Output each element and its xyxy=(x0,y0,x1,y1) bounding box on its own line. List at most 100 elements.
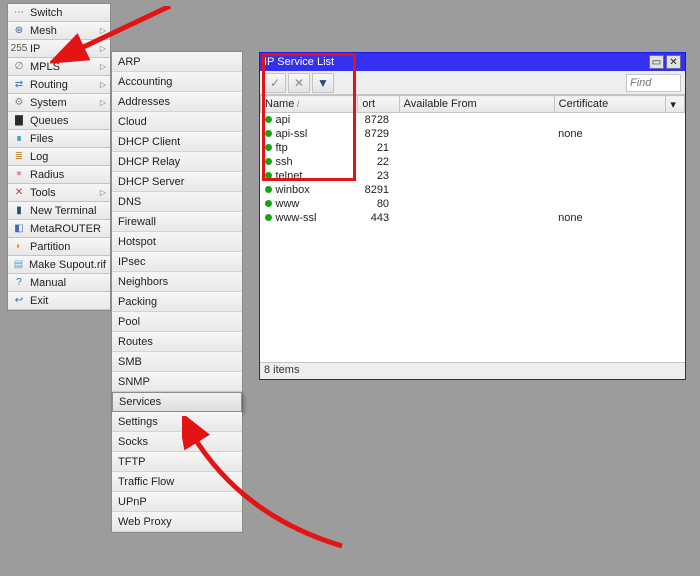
sidebar-item-tools[interactable]: ✕Tools▷ xyxy=(8,184,110,202)
cell-port: 8728 xyxy=(358,113,399,127)
status-dot-icon xyxy=(265,214,272,221)
sidebar-icon: ⚙ xyxy=(12,96,26,110)
sidebar-icon: ⋯ xyxy=(12,6,26,20)
submenu-item-tftp[interactable]: TFTP xyxy=(112,452,242,472)
submenu-item-dhcp-relay[interactable]: DHCP Relay xyxy=(112,152,242,172)
sidebar-item-switch[interactable]: ⋯Switch xyxy=(8,4,110,22)
sidebar-item-files[interactable]: ∎ Files xyxy=(8,130,110,148)
service-row[interactable]: api-ssl8729none xyxy=(261,127,685,141)
minimize-button[interactable]: ▭ xyxy=(649,55,664,69)
sidebar-item-new-terminal[interactable]: ▮New Terminal xyxy=(8,202,110,220)
sidebar-item-label: Mesh xyxy=(30,25,98,37)
cell-name: api xyxy=(261,113,358,127)
sidebar-item-label: Files xyxy=(30,133,106,145)
service-row[interactable]: www80 xyxy=(261,197,685,211)
submenu-item-hotspot[interactable]: Hotspot xyxy=(112,232,242,252)
sidebar-icon: ▮ xyxy=(12,204,26,218)
filter-button[interactable]: ▼ xyxy=(312,73,334,93)
sidebar-item-label: Routing xyxy=(30,79,98,91)
enable-button[interactable]: ✓ xyxy=(264,73,286,93)
submenu-item-smb[interactable]: SMB xyxy=(112,352,242,372)
submenu-item-web-proxy[interactable]: Web Proxy xyxy=(112,512,242,532)
sidebar-item-mpls[interactable]: ∅MPLS▷ xyxy=(8,58,110,76)
disable-button[interactable]: ✕ xyxy=(288,73,310,93)
cell-available-from xyxy=(399,155,554,169)
submenu-indicator-icon: ▷ xyxy=(100,44,106,53)
col-available-from[interactable]: Available From xyxy=(399,96,554,113)
sidebar-item-make-supout-rif[interactable]: ▤Make Supout.rif xyxy=(8,256,110,274)
cell-certificate xyxy=(554,169,666,183)
cell-port: 22 xyxy=(358,155,399,169)
service-row[interactable]: ftp21 xyxy=(261,141,685,155)
sidebar-item-routing[interactable]: ⇄Routing▷ xyxy=(8,76,110,94)
cell-certificate: none xyxy=(554,211,666,225)
sidebar-item-queues[interactable]: ▇Queues xyxy=(8,112,110,130)
sidebar-item-manual[interactable]: ?Manual xyxy=(8,274,110,292)
col-certificate[interactable]: Certificate xyxy=(554,96,666,113)
sidebar-item-log[interactable]: ≣Log xyxy=(8,148,110,166)
service-table-container: Name ort Available From Certificate ▾ ap… xyxy=(260,95,685,362)
submenu-item-socks[interactable]: Socks xyxy=(112,432,242,452)
submenu-item-ipsec[interactable]: IPsec xyxy=(112,252,242,272)
service-row[interactable]: www-ssl443none xyxy=(261,211,685,225)
sidebar-icon: ⇄ xyxy=(12,78,26,92)
submenu-item-upnp[interactable]: UPnP xyxy=(112,492,242,512)
sidebar-item-mesh[interactable]: ⊛Mesh▷ xyxy=(8,22,110,40)
col-menu[interactable]: ▾ xyxy=(666,96,685,113)
submenu-item-dhcp-server[interactable]: DHCP Server xyxy=(112,172,242,192)
service-row[interactable]: telnet23 xyxy=(261,169,685,183)
submenu-item-neighbors[interactable]: Neighbors xyxy=(112,272,242,292)
col-port[interactable]: ort xyxy=(358,96,399,113)
submenu-item-arp[interactable]: ARP xyxy=(112,52,242,72)
sidebar-item-label: Radius xyxy=(30,169,106,181)
cell-available-from xyxy=(399,127,554,141)
sidebar-item-radius[interactable]: ✶Radius xyxy=(8,166,110,184)
submenu-indicator-icon: ▷ xyxy=(100,62,106,71)
cell-port: 23 xyxy=(358,169,399,183)
submenu-item-packing[interactable]: Packing xyxy=(112,292,242,312)
submenu-item-routes[interactable]: Routes xyxy=(112,332,242,352)
sidebar-item-ip[interactable]: 255IP▷ xyxy=(8,40,110,58)
submenu-item-dns[interactable]: DNS xyxy=(112,192,242,212)
window-title: IP Service List xyxy=(264,56,647,68)
status-dot-icon xyxy=(265,158,272,165)
submenu-item-accounting[interactable]: Accounting xyxy=(112,72,242,92)
col-name[interactable]: Name xyxy=(261,96,358,113)
cell-certificate xyxy=(554,113,666,127)
submenu-item-services[interactable]: Services xyxy=(112,392,242,412)
cell-port: 443 xyxy=(358,211,399,225)
sidebar-item-label: Log xyxy=(30,151,106,163)
status-dot-icon xyxy=(265,144,272,151)
sidebar-icon: ∎ xyxy=(12,132,26,146)
submenu-item-snmp[interactable]: SNMP xyxy=(112,372,242,392)
service-row[interactable]: ssh22 xyxy=(261,155,685,169)
submenu-item-addresses[interactable]: Addresses xyxy=(112,92,242,112)
cell-certificate xyxy=(554,183,666,197)
close-button[interactable]: ✕ xyxy=(666,55,681,69)
sidebar-icon: ▤ xyxy=(12,258,25,272)
sidebar-icon: ▇ xyxy=(12,114,26,128)
cell-available-from xyxy=(399,113,554,127)
submenu-item-cloud[interactable]: Cloud xyxy=(112,112,242,132)
sidebar-item-metarouter[interactable]: ◧MetaROUTER xyxy=(8,220,110,238)
cell-name: api-ssl xyxy=(261,127,358,141)
sidebar-item-partition[interactable]: ◐Partition xyxy=(8,238,110,256)
status-dot-icon xyxy=(265,130,272,137)
service-row[interactable]: api8728 xyxy=(261,113,685,127)
cell-name: ssh xyxy=(261,155,358,169)
submenu-item-firewall[interactable]: Firewall xyxy=(112,212,242,232)
submenu-item-pool[interactable]: Pool xyxy=(112,312,242,332)
sidebar-item-exit[interactable]: ↩Exit xyxy=(8,292,110,310)
status-dot-icon xyxy=(265,172,272,179)
sidebar-item-system[interactable]: ⚙System▷ xyxy=(8,94,110,112)
submenu-indicator-icon: ▷ xyxy=(100,26,106,35)
find-input[interactable] xyxy=(626,74,681,92)
submenu-item-traffic-flow[interactable]: Traffic Flow xyxy=(112,472,242,492)
submenu-item-settings[interactable]: Settings xyxy=(112,412,242,432)
cell-port: 21 xyxy=(358,141,399,155)
ip-service-list-window: IP Service List ▭ ✕ ✓ ✕ ▼ Name ort Avail… xyxy=(259,52,686,380)
sidebar-item-label: Tools xyxy=(30,187,98,199)
submenu-item-dhcp-client[interactable]: DHCP Client xyxy=(112,132,242,152)
window-titlebar: IP Service List ▭ ✕ xyxy=(260,53,685,71)
service-row[interactable]: winbox8291 xyxy=(261,183,685,197)
